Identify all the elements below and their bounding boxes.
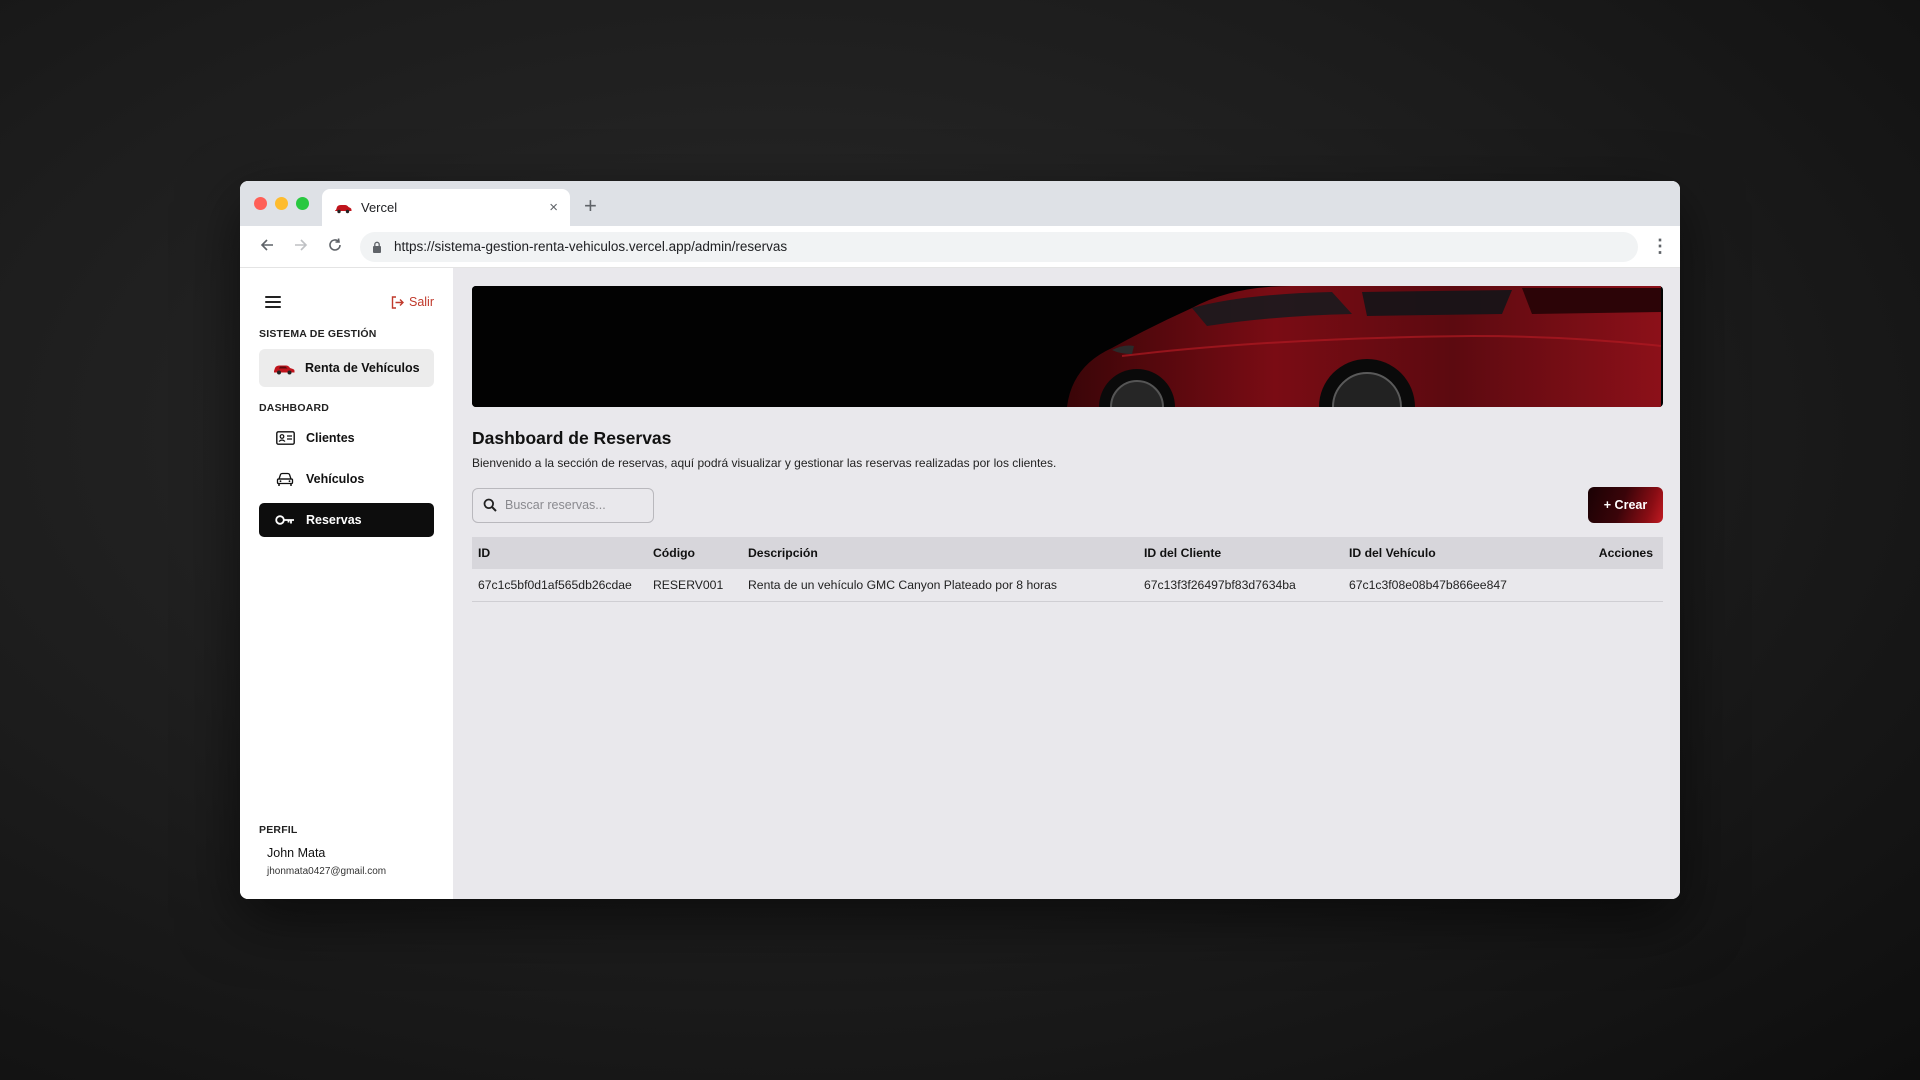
search-icon: [483, 498, 497, 512]
logout-label: Salir: [408, 295, 434, 309]
sidebar-item-label: Clientes: [306, 431, 355, 445]
column-header-id-cliente: ID del Cliente: [1144, 546, 1222, 560]
id-card-icon: [275, 430, 295, 446]
minimize-window-button[interactable]: [275, 197, 288, 210]
close-window-button[interactable]: [254, 197, 267, 210]
url-text: https://sistema-gestion-renta-vehiculos.…: [394, 239, 788, 254]
reload-icon: [329, 237, 341, 251]
profile-email: jhonmata0427@gmail.com: [267, 866, 387, 877]
cell-id-vehiculo: 67c1c3f08e08b47b866ee847: [1349, 577, 1507, 592]
reservations-table: ID Código Descripción ID del Cliente ID …: [472, 537, 1663, 602]
key-icon: [275, 512, 295, 528]
column-header-id-vehiculo: ID del Vehículo: [1349, 546, 1436, 560]
sidebar-item-label: Vehículos: [306, 472, 365, 486]
browser-menu-icon[interactable]: ⋮: [1650, 236, 1670, 257]
logout-button[interactable]: Salir: [391, 295, 434, 309]
profile-section-label: PERFIL: [259, 824, 298, 836]
table-row[interactable]: 67c1c5bf0d1af565db26cdae RESERV001 Renta…: [472, 569, 1663, 601]
reload-button[interactable]: [318, 237, 352, 257]
sidebar: Salir SISTEMA DE GESTIÓN Renta de Vehícu…: [240, 268, 453, 899]
back-button[interactable]: [250, 237, 284, 257]
sidebar-nav: Clientes Vehículos Reservas: [259, 421, 434, 537]
brand-item[interactable]: Renta de Vehículos: [259, 349, 434, 387]
browser-tab[interactable]: Vercel ×: [322, 189, 570, 226]
red-car-banner-image: [472, 286, 1662, 407]
new-tab-button[interactable]: +: [584, 193, 597, 219]
actions-row: + Crear: [472, 487, 1663, 523]
browser-toolbar: https://sistema-gestion-renta-vehiculos.…: [240, 226, 1680, 268]
search-box[interactable]: [472, 487, 654, 523]
close-tab-icon[interactable]: ×: [549, 199, 558, 216]
sidebar-item-vehiculos[interactable]: Vehículos: [259, 462, 434, 496]
cell-id: 67c1c5bf0d1af565db26cdae: [478, 577, 632, 592]
brand-label: Renta de Vehículos: [305, 361, 420, 375]
column-header-acciones: Acciones: [1598, 546, 1653, 560]
profile-name: John Mata: [267, 846, 326, 860]
profile-section: PERFIL John Mata jhonmata0427@gmail.com: [259, 820, 386, 877]
page-title: Dashboard de Reservas: [472, 428, 672, 448]
lock-icon: [373, 241, 381, 253]
search-input[interactable]: [505, 498, 645, 512]
hamburger-menu-icon[interactable]: [265, 296, 281, 308]
app-body: Salir SISTEMA DE GESTIÓN Renta de Vehícu…: [240, 268, 1680, 899]
tab-bar: Vercel × +: [240, 181, 1680, 226]
maximize-window-button[interactable]: [296, 197, 309, 210]
car-favicon-icon: [335, 204, 352, 213]
sidebar-item-clientes[interactable]: Clientes: [259, 421, 434, 455]
red-car-icon: [274, 365, 295, 374]
cell-acciones: [1567, 569, 1663, 601]
car-icon: [275, 471, 295, 487]
hero-banner-image: [472, 286, 1663, 407]
main-content: Dashboard de Reservas Bienvenido a la se…: [453, 268, 1680, 899]
browser-window: Vercel × + https://sistema-gestion-renta…: [240, 181, 1680, 899]
back-arrow-icon: [260, 238, 273, 251]
column-header-codigo: Código: [653, 546, 695, 560]
forward-button[interactable]: [284, 237, 318, 257]
cell-descripcion: Renta de un vehículo GMC Canyon Plateado…: [748, 577, 1057, 592]
column-header-id: ID: [478, 546, 491, 560]
forward-arrow-icon: [295, 238, 308, 251]
cell-id-cliente: 67c13f3f26497bf83d7634ba: [1144, 577, 1296, 592]
address-bar[interactable]: https://sistema-gestion-renta-vehiculos.…: [360, 231, 1638, 262]
sidebar-item-label: Reservas: [306, 513, 362, 527]
page-subtitle: Bienvenido a la sección de reservas, aqu…: [472, 456, 1057, 470]
column-header-descripcion: Descripción: [748, 546, 818, 560]
logout-icon: [391, 295, 404, 309]
cell-codigo: RESERV001: [653, 577, 724, 592]
sidebar-item-reservas[interactable]: Reservas: [259, 503, 434, 537]
system-section-label: SISTEMA DE GESTIÓN: [259, 328, 377, 340]
dashboard-section-label: DASHBOARD: [259, 402, 330, 414]
window-controls: [254, 197, 309, 210]
tab-title: Vercel: [361, 200, 398, 215]
table-header-row: ID Código Descripción ID del Cliente ID …: [472, 537, 1663, 569]
create-button[interactable]: + Crear: [1588, 487, 1663, 523]
